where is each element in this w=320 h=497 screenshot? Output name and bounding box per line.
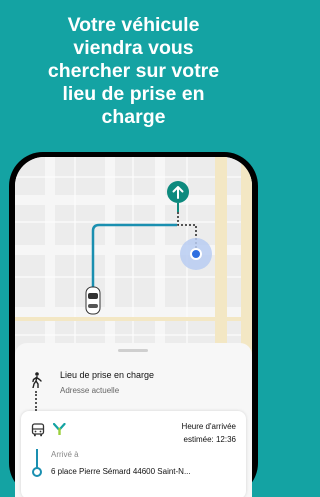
- map[interactable]: [15, 157, 252, 357]
- user-location-dot: [190, 248, 202, 260]
- headline-line-5: charge: [101, 106, 166, 128]
- bottom-sheet[interactable]: Lieu de prise en charge Adresse actuelle…: [15, 343, 252, 497]
- car-icon: [85, 286, 101, 315]
- headline: Votre véhicule viendra vous chercher sur…: [0, 14, 267, 129]
- trip-card[interactable]: Heure d'arrivée estimée: 12:36 Arrivé à …: [21, 411, 246, 497]
- sheet-grabber[interactable]: [118, 349, 148, 352]
- headline-line-1: Votre véhicule: [67, 14, 200, 36]
- bus-icon: [31, 423, 45, 437]
- brand-logo-icon: [53, 423, 66, 435]
- walk-icon: [32, 372, 42, 388]
- eta-label: Heure d'arrivée: [181, 422, 236, 431]
- destination-marker: [32, 467, 42, 477]
- pickup-subtitle: Adresse actuelle: [60, 386, 120, 395]
- arrive-label: Arrivé à: [51, 450, 79, 459]
- headline-line-4: lieu de prise en: [62, 83, 205, 105]
- phone-frame: Lieu de prise en charge Adresse actuelle…: [9, 152, 258, 497]
- app-screen: Lieu de prise en charge Adresse actuelle…: [15, 157, 252, 497]
- headline-line-2: viendra vous: [73, 37, 194, 59]
- route-connector: [36, 449, 38, 469]
- pickup-title: Lieu de prise en charge: [60, 370, 155, 380]
- headline-line-3: chercher sur votre: [47, 60, 220, 82]
- pickup-connector: [35, 391, 39, 411]
- arrive-address: 6 place Pierre Sémard 44600 Saint-N...: [51, 467, 191, 476]
- eta-time: estimée: 12:36: [183, 435, 236, 444]
